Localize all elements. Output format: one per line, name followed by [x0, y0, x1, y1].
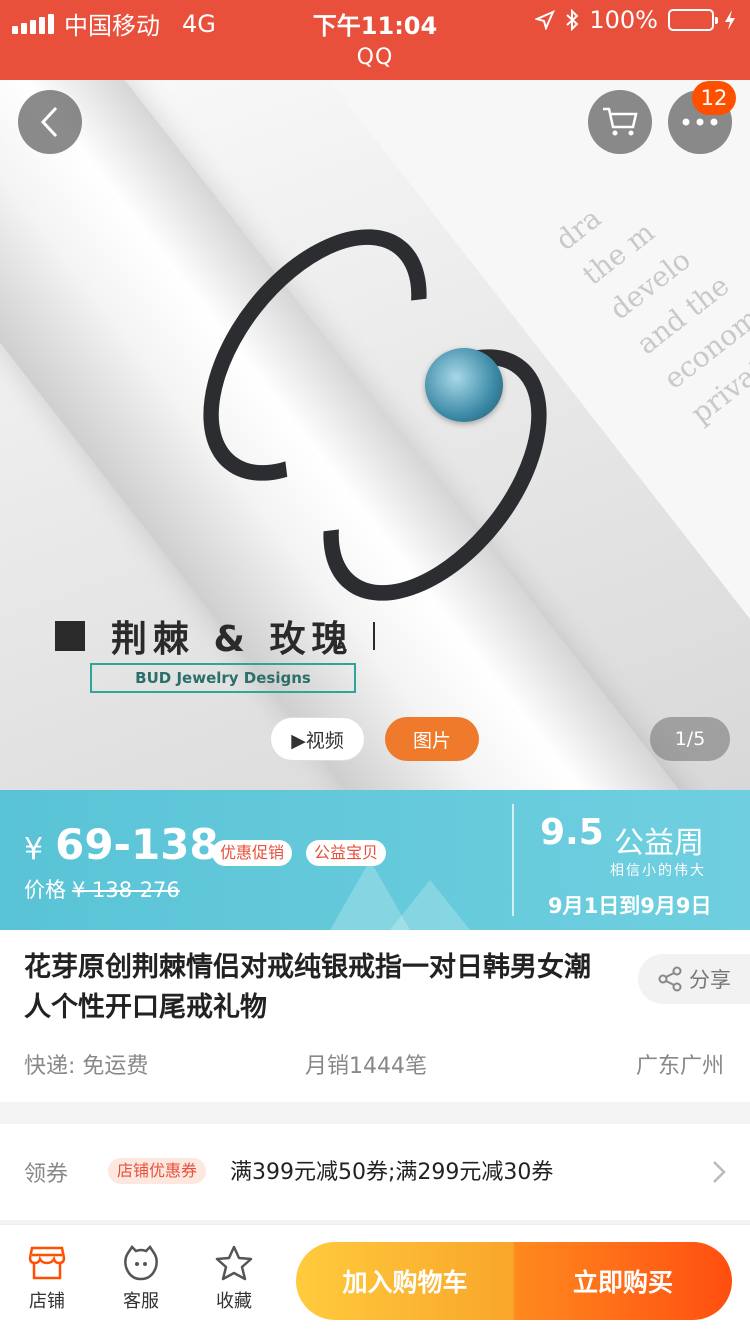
store-icon [28, 1246, 66, 1280]
mountain-decoration [390, 880, 470, 930]
original-price-label: 价格 [24, 878, 66, 902]
price-range: 69-138 [55, 820, 219, 869]
cart-icon [603, 107, 638, 136]
coupon-text: 满399元减50券;满299元减30券 [230, 1160, 554, 1185]
charity-week-logo: 9.5 [540, 812, 604, 853]
price-currency: ¥ [24, 832, 44, 867]
favorite-label: 收藏 [216, 1291, 252, 1312]
service-icon [124, 1245, 158, 1281]
battery-percent: 100% [589, 6, 658, 34]
ship-location: 广东广州 [635, 1054, 724, 1079]
video-tab[interactable]: ▶视频 [270, 717, 365, 761]
more-icon [682, 118, 718, 126]
charity-week-slogan: 相信小的伟大 [610, 863, 706, 879]
store-tab[interactable]: 店铺 [12, 1245, 82, 1313]
bottom-action-bar: 店铺 客服 收藏 加入购物车 立即购买 [0, 1224, 750, 1334]
brand-title: 荆棘 & 玫瑰 [111, 619, 354, 660]
banner-divider [512, 804, 514, 916]
location-arrow-icon [535, 10, 556, 30]
star-icon [215, 1245, 253, 1281]
buy-now-button[interactable]: 立即购买 [514, 1242, 732, 1320]
charity-tag: 公益宝贝 [306, 840, 387, 866]
store-coupon-tag: 店铺优惠券 [108, 1158, 207, 1184]
bluetooth-icon [566, 9, 579, 31]
favorite-tab[interactable]: 收藏 [199, 1245, 269, 1313]
service-label: 客服 [123, 1291, 159, 1312]
image-tab[interactable]: 图片 [385, 717, 479, 761]
charity-week-title: 公益周 [614, 826, 704, 861]
promo-tag: 优惠促销 [212, 840, 293, 866]
brand-square [55, 621, 85, 651]
cart-count-badge: 12 [692, 81, 736, 115]
share-icon [658, 966, 682, 992]
app-name: QQ [356, 45, 394, 70]
share-label: 分享 [689, 968, 731, 992]
product-image-gallery[interactable]: dra the m develo and the economy private… [0, 80, 750, 790]
status-bar: 中国移动 4G 下午11:04 100% QQ [0, 0, 750, 80]
charity-week-date: 9月1日到9月9日 [548, 894, 712, 918]
service-tab[interactable]: 客服 [106, 1245, 176, 1313]
coupon-label: 领券 [24, 1162, 69, 1187]
coupon-row[interactable]: 领券 店铺优惠券 满399元减50券;满299元减30券 [0, 1124, 750, 1220]
chevron-right-icon [713, 1161, 726, 1183]
brand-bar [373, 622, 376, 650]
monthly-sales: 月销1444笔 [305, 1054, 427, 1079]
share-button[interactable]: 分享 [638, 954, 750, 1004]
product-title: 花芽原创荆棘情侣对戒纯银戒指一对日韩男女潮人个性开口尾戒礼物 [24, 952, 591, 1023]
charging-icon [725, 10, 735, 30]
brand-heading: 荆棘 & 玫瑰 [55, 610, 376, 662]
back-icon [40, 106, 58, 138]
battery-icon [668, 9, 718, 31]
image-counter: 1/5 [650, 717, 730, 761]
original-price: 价格 ¥ 138-276 [24, 874, 180, 904]
purchase-buttons: 加入购物车 立即购买 [296, 1242, 732, 1320]
product-info: 花芽原创荆棘情侣对戒纯银戒指一对日韩男女潮人个性开口尾戒礼物 分享 快递: 免运… [0, 930, 750, 1102]
price-main: ¥ 69-138 [24, 820, 219, 869]
shipping-info: 快递: 免运费 [24, 1054, 149, 1079]
add-to-cart-button[interactable]: 加入购物车 [296, 1242, 514, 1320]
brand-subtitle: BUD Jewelry Designs [90, 663, 356, 693]
store-label: 店铺 [29, 1291, 65, 1312]
status-right: 100% [535, 6, 736, 34]
original-price-value: ¥ 138-276 [72, 878, 180, 902]
blue-rose-ornament [425, 348, 503, 422]
back-button[interactable] [18, 90, 82, 154]
price-banner: ¥ 69-138 优惠促销 公益宝贝 价格 ¥ 138-276 9.5 公益周 相… [0, 790, 750, 930]
cart-button[interactable] [588, 90, 652, 154]
